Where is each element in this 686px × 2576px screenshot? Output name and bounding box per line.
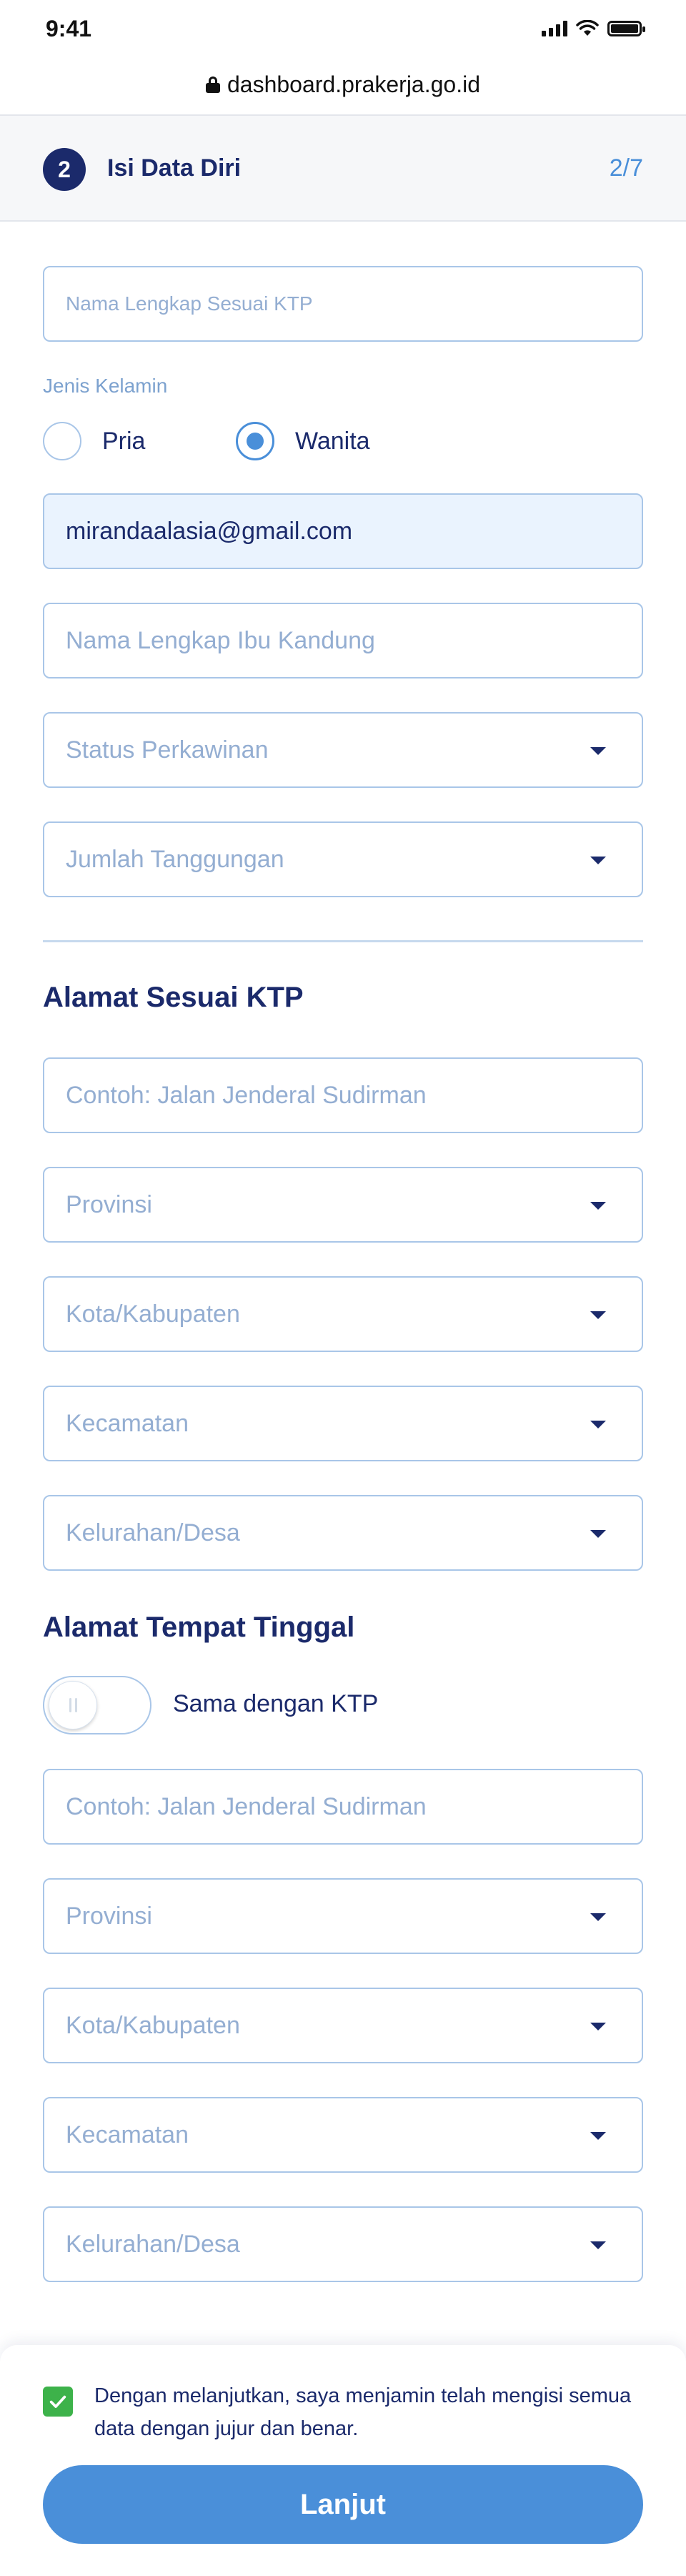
consent-checkbox[interactable] bbox=[43, 2387, 73, 2417]
gender-radio-wanita[interactable] bbox=[236, 422, 274, 460]
ktp-address-title: Alamat Sesuai KTP bbox=[43, 982, 304, 1013]
marital-status-select[interactable]: Status Perkawinan bbox=[43, 712, 643, 788]
marital-status-placeholder: Status Perkawinan bbox=[66, 736, 269, 764]
gender-label: Jenis Kelamin bbox=[43, 375, 168, 397]
lock-icon bbox=[205, 77, 220, 93]
residence-city-placeholder: Kota/Kabupaten bbox=[66, 2011, 240, 2039]
step-header: 2 Isi Data Diri 2/7 bbox=[0, 114, 686, 222]
chevron-down-icon bbox=[590, 1913, 606, 1921]
ktp-village-select[interactable]: Kelurahan/Desa bbox=[43, 1495, 643, 1571]
chevron-down-icon bbox=[590, 1311, 606, 1319]
email-value: mirandaalasia@gmail.com bbox=[66, 517, 353, 545]
footer-panel: Dengan melanjutkan, saya menjamin telah … bbox=[0, 2345, 686, 2576]
url-text: dashboard.prakerja.go.id bbox=[227, 71, 480, 97]
same-as-ktp-label: Sama dengan KTP bbox=[173, 1690, 379, 1717]
gender-label-pria: Pria bbox=[102, 428, 146, 455]
ktp-city-placeholder: Kota/Kabupaten bbox=[66, 1300, 240, 1328]
chevron-down-icon bbox=[590, 857, 606, 864]
ktp-street-input[interactable]: Contoh: Jalan Jenderal Sudirman bbox=[43, 1057, 643, 1133]
ktp-district-select[interactable]: Kecamatan bbox=[43, 1386, 643, 1461]
ktp-district-placeholder: Kecamatan bbox=[66, 1409, 189, 1437]
dependents-select[interactable]: Jumlah Tanggungan bbox=[43, 821, 643, 897]
residence-city-select[interactable]: Kota/Kabupaten bbox=[43, 1988, 643, 2063]
chevron-down-icon bbox=[590, 1421, 606, 1428]
check-icon bbox=[49, 2395, 66, 2408]
gender-label-wanita: Wanita bbox=[295, 428, 370, 455]
chevron-down-icon bbox=[590, 2241, 606, 2249]
residence-province-placeholder: Provinsi bbox=[66, 1902, 152, 1930]
chevron-down-icon bbox=[590, 1202, 606, 1210]
address-bar[interactable]: dashboard.prakerja.go.id bbox=[0, 63, 686, 106]
battery-icon bbox=[607, 21, 645, 36]
chevron-down-icon bbox=[590, 1530, 606, 1538]
residence-province-select[interactable]: Provinsi bbox=[43, 1878, 643, 1954]
full-name-placeholder: Nama Lengkap Sesuai KTP bbox=[66, 292, 313, 315]
email-field[interactable]: mirandaalasia@gmail.com bbox=[43, 493, 643, 569]
consent-text: Dengan melanjutkan, saya menjamin telah … bbox=[94, 2384, 632, 2440]
toggle-knob bbox=[49, 1681, 97, 1729]
dependents-placeholder: Jumlah Tanggungan bbox=[66, 845, 284, 873]
cellular-signal-icon bbox=[542, 21, 567, 36]
step-title: Isi Data Diri bbox=[107, 154, 242, 182]
residence-street-input[interactable]: Contoh: Jalan Jenderal Sudirman bbox=[43, 1769, 643, 1845]
residence-district-select[interactable]: Kecamatan bbox=[43, 2097, 643, 2173]
residence-address-title: Alamat Tempat Tinggal bbox=[43, 1612, 355, 1643]
residence-village-placeholder: Kelurahan/Desa bbox=[66, 2230, 240, 2258]
residence-district-placeholder: Kecamatan bbox=[66, 2121, 189, 2148]
gender-radio-pria[interactable] bbox=[43, 422, 81, 460]
chevron-down-icon bbox=[590, 747, 606, 755]
ktp-province-placeholder: Provinsi bbox=[66, 1190, 152, 1218]
section-divider bbox=[43, 940, 643, 942]
step-progress: 2/7 bbox=[609, 154, 643, 182]
status-time: 9:41 bbox=[46, 16, 92, 41]
status-icons bbox=[542, 20, 645, 37]
ktp-village-placeholder: Kelurahan/Desa bbox=[66, 1519, 240, 1546]
chevron-down-icon bbox=[590, 2023, 606, 2030]
residence-street-placeholder: Contoh: Jalan Jenderal Sudirman bbox=[66, 1792, 427, 1820]
ktp-street-placeholder: Contoh: Jalan Jenderal Sudirman bbox=[66, 1081, 427, 1109]
step-number-badge: 2 bbox=[43, 148, 86, 191]
full-name-input[interactable]: Nama Lengkap Sesuai KTP bbox=[43, 266, 643, 342]
same-as-ktp-toggle[interactable] bbox=[43, 1676, 151, 1734]
status-bar: 9:41 bbox=[0, 0, 686, 57]
chevron-down-icon bbox=[590, 2132, 606, 2140]
residence-village-select[interactable]: Kelurahan/Desa bbox=[43, 2206, 643, 2282]
ktp-province-select[interactable]: Provinsi bbox=[43, 1167, 643, 1243]
mother-name-input[interactable]: Nama Lengkap Ibu Kandung bbox=[43, 603, 643, 678]
mother-name-placeholder: Nama Lengkap Ibu Kandung bbox=[66, 626, 375, 654]
ktp-city-select[interactable]: Kota/Kabupaten bbox=[43, 1276, 643, 1352]
wifi-icon bbox=[576, 20, 599, 36]
submit-button[interactable]: Lanjut bbox=[43, 2465, 643, 2544]
